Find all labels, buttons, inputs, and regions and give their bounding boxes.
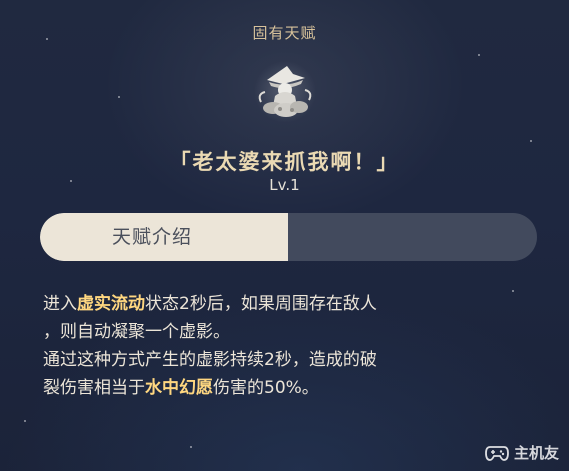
tab-secondary[interactable] (288, 213, 537, 261)
background-star (24, 420, 26, 422)
watermark: 主机友 (485, 442, 559, 463)
tab-bar: 天赋介绍 (40, 213, 537, 261)
description-line: 裂伤害相当于水中幻愿伤害的50%。 (43, 374, 543, 402)
talent-name: 「老太婆来抓我啊！」 (169, 150, 400, 174)
talent-detail-screen: 固有天赋 「老太婆来抓我啊！」 Lv.1 天赋介绍 进入虚实流动状态2秒后，如果… (0, 0, 569, 471)
talent-emblem-icon (253, 58, 317, 123)
description-text: 伤害的50%。 (213, 378, 319, 398)
description-text: 裂伤害相当于 (43, 378, 145, 398)
talent-level: Lv.1 (269, 176, 300, 194)
talent-description: 进入虚实流动状态2秒后，如果周围存在敌人 ，则自动凝聚一个虚影。 通过这种方式产… (43, 290, 543, 402)
gamepad-logo-icon (485, 444, 509, 462)
description-line: ，则自动凝聚一个虚影。 (43, 322, 230, 342)
background-star (530, 140, 532, 142)
highlighted-keyword: 虚实流动 (77, 294, 145, 314)
background-star (190, 446, 192, 448)
watermark-text: 主机友 (513, 444, 559, 462)
background-star (118, 96, 120, 98)
description-line: 通过这种方式产生的虚影持续2秒，造成的破 (43, 350, 377, 370)
tab-talent-description[interactable]: 天赋介绍 (40, 213, 288, 261)
highlighted-keyword: 水中幻愿 (145, 378, 213, 398)
section-title: 固有天赋 (252, 24, 317, 42)
background-star (478, 54, 480, 56)
description-text: 状态2秒后，如果周围存在敌人 (145, 294, 377, 314)
description-text: 进入 (43, 294, 77, 314)
description-line: 进入虚实流动状态2秒后，如果周围存在敌人 (43, 290, 543, 318)
